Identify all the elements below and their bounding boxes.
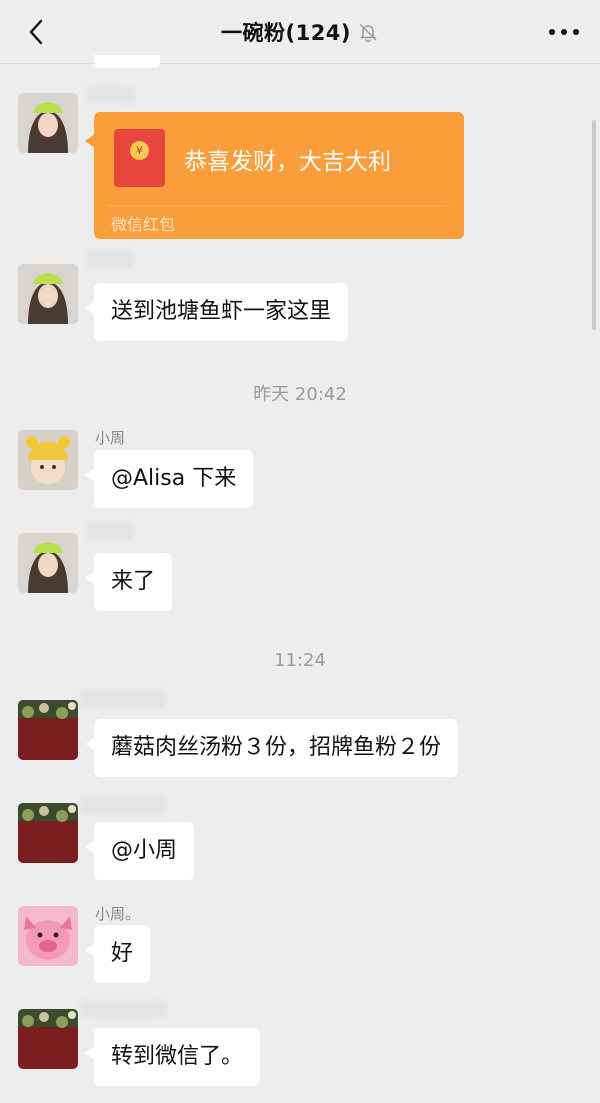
sender-name: 小周。: [95, 905, 141, 923]
avatar[interactable]: [18, 906, 78, 966]
sender-name-blurred: [86, 250, 134, 268]
more-dots-icon[interactable]: [546, 18, 582, 46]
avatar-image: [18, 700, 78, 760]
message-bubble[interactable]: 好: [84, 925, 151, 983]
scrollbar[interactable]: [592, 120, 596, 330]
sender-name-blurred: [86, 522, 134, 540]
divider: [108, 205, 450, 206]
red-packet-label: 微信红包: [111, 215, 176, 234]
sender-name-blurred: [80, 690, 166, 708]
sender-name-blurred: [80, 1000, 166, 1018]
avatar-image: [18, 430, 78, 490]
avatar[interactable]: [18, 264, 78, 324]
timestamp: 昨天 20:42: [253, 384, 347, 405]
sender-name: 小周: [95, 429, 126, 447]
avatar-image: [18, 264, 78, 324]
avatar-image: [18, 1009, 78, 1069]
avatar-image: [18, 93, 78, 153]
avatar-image: [18, 803, 78, 863]
avatar-image: [18, 533, 78, 593]
timestamp: 11:24: [274, 650, 326, 671]
message-bubble[interactable]: @小周: [84, 822, 195, 880]
chevron-left-icon[interactable]: [20, 16, 52, 48]
red-packet-message[interactable]: ¥ 恭喜发财，大吉大利 微信红包: [85, 112, 464, 239]
message-bubble[interactable]: 来了: [84, 553, 173, 611]
avatar[interactable]: [18, 430, 78, 490]
chat-title-wrap: 一碗粉(124): [221, 17, 379, 47]
message-bubble[interactable]: 蘑菇肉丝汤粉３份，招牌鱼粉２份: [84, 719, 459, 777]
avatar[interactable]: [18, 803, 78, 863]
avatar[interactable]: [18, 93, 78, 153]
red-packet-text: 恭喜发财，大吉大利: [184, 149, 391, 175]
avatar[interactable]: [18, 1009, 78, 1069]
avatar-image: [18, 906, 78, 966]
message-bubble-partial: [94, 55, 160, 68]
red-packet-icon: ¥: [114, 129, 165, 187]
message-bubble[interactable]: 转到微信了。: [84, 1028, 261, 1086]
message-bubble[interactable]: @Alisa 下来: [84, 450, 254, 508]
message-bubble[interactable]: 送到池塘鱼虾一家这里: [84, 283, 349, 341]
sender-name-blurred: [86, 86, 134, 104]
avatar[interactable]: [18, 700, 78, 760]
chat-header: 一碗粉(124): [0, 0, 600, 64]
sender-name-blurred: [80, 796, 166, 814]
bell-off-icon: [359, 22, 377, 42]
chat-title: 一碗粉(124): [220, 20, 352, 45]
avatar[interactable]: [18, 533, 78, 593]
